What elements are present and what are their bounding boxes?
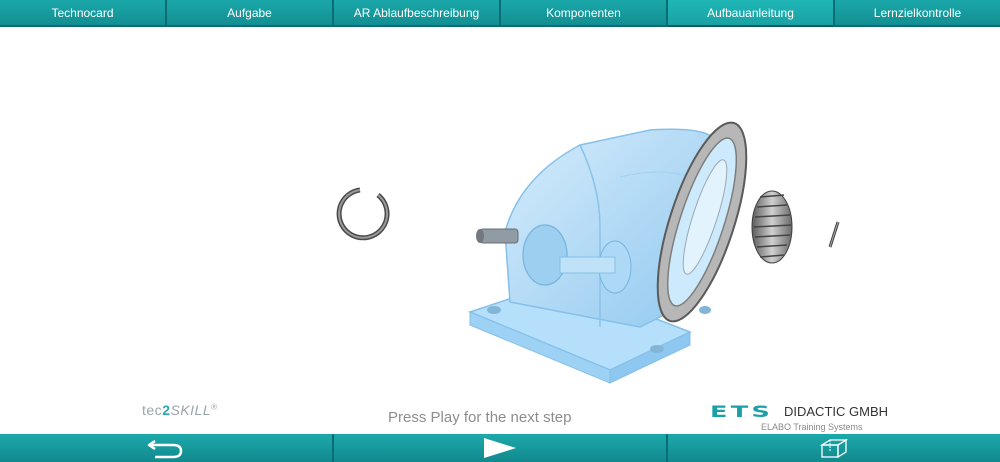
tab-aufgabe[interactable]: Aufgabe	[167, 0, 332, 27]
tab-komponenten[interactable]: Komponenten	[501, 0, 666, 27]
back-button[interactable]	[0, 434, 332, 462]
play-icon	[484, 438, 516, 458]
back-arrow-icon	[147, 439, 183, 459]
ets-mark: ETS	[710, 402, 773, 421]
tab-technocard[interactable]: Technocard	[0, 0, 165, 27]
3d-viewport[interactable]	[0, 27, 1000, 407]
ets-didactic-logo: ETS DIDACTIC GMBH ELABO Training Systems	[710, 402, 888, 432]
ets-subtitle: ELABO Training Systems	[761, 422, 863, 432]
tab-aufbauanleitung[interactable]: Aufbauanleitung	[668, 0, 833, 27]
top-tab-bar: Technocard Aufgabe AR Ablaufbeschreibung…	[0, 0, 1000, 27]
pin-part	[828, 221, 840, 248]
3d-view-button[interactable]	[668, 434, 1000, 462]
gear-part	[751, 190, 793, 264]
play-button[interactable]	[334, 434, 666, 462]
tec2skill-prefix: tec	[142, 402, 163, 418]
tab-ar-ablaufbeschreibung[interactable]: AR Ablaufbeschreibung	[334, 0, 499, 27]
tec2skill-logo: tec2SKILL®	[142, 402, 218, 418]
tec2skill-suffix: SKILL	[170, 402, 212, 418]
bottom-control-bar	[0, 434, 1000, 462]
circlip-part	[336, 187, 390, 241]
tec2skill-reg: ®	[211, 402, 218, 412]
3d-box-icon	[819, 438, 849, 459]
status-text: Press Play for the next step	[388, 409, 572, 426]
tab-lernzielkontrolle[interactable]: Lernzielkontrolle	[835, 0, 1000, 27]
